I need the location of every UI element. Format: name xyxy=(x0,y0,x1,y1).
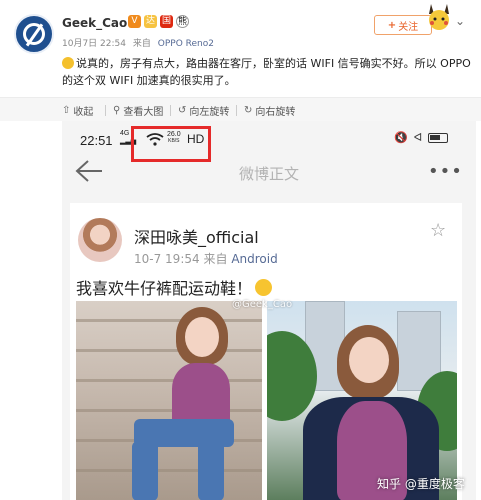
status-right: 🔇 ᐊ xyxy=(394,131,449,144)
rotate-right-icon: ↻ xyxy=(244,105,253,116)
post-device[interactable]: OPPO Reno2 xyxy=(158,39,214,49)
follow-button[interactable]: + 关注 xyxy=(374,15,432,35)
post-body: 说真的，房子有点大，路由器在客厅，卧室的话 WIFI 信号确实不好。所以 OPP… xyxy=(62,57,471,87)
pikachu-mascot-icon xyxy=(429,4,449,30)
collapse-icon: ⇧ xyxy=(62,105,71,116)
mute-icon: 🔇 xyxy=(394,131,408,144)
bluetooth-icon: ᐊ xyxy=(413,131,423,144)
page-title: 微博正文 xyxy=(238,165,299,183)
post-date: 10月7日 22:54 xyxy=(62,39,126,49)
star-icon[interactable]: ☆ xyxy=(430,220,446,241)
image-toolbar: ⇧ 收起 ⚲ 查看大图 ↺ 向左旋转 ↻ 向右旋转 xyxy=(0,97,481,121)
site-watermark: 知乎 @重度极客 xyxy=(377,477,465,491)
card-source-prefix: 来自 xyxy=(203,252,228,266)
jeans-leg-shape xyxy=(198,441,224,500)
collapse-button[interactable]: ⇧ 收起 xyxy=(62,103,93,118)
step-line xyxy=(76,349,262,352)
follow-label: 关注 xyxy=(398,21,419,33)
flag-badge-icon: 国 xyxy=(160,15,173,28)
rotate-right-label: 向右旋转 xyxy=(255,107,296,118)
post-source-prefix: 来自 xyxy=(132,39,151,49)
user-badges: V 达 国 熊 xyxy=(128,15,189,28)
card-meta: 10-7 19:54 来自 Android xyxy=(134,250,278,267)
embedded-screenshot[interactable]: 22:51 4G ▂▃▅ 26.0 KB/S HD 🔇 ᐊ 微博正文 ••• 深… xyxy=(62,121,476,500)
rotate-left-icon: ↺ xyxy=(178,105,187,116)
card-body: 我喜欢牛仔裤配运动鞋！ xyxy=(76,279,253,298)
more-icon[interactable]: ••• xyxy=(428,161,463,182)
view-large-label: 查看大图 xyxy=(123,107,164,118)
collapse-label: 收起 xyxy=(73,107,94,118)
step-line xyxy=(76,469,262,472)
panda-badge-icon: 熊 xyxy=(176,15,189,28)
rotate-left-button[interactable]: ↺ 向左旋转 xyxy=(178,103,229,118)
author-name[interactable]: 深田咏美_official xyxy=(134,224,259,248)
emoji-icon xyxy=(62,57,74,69)
post-card[interactable]: 深田咏美_official ☆ 10-7 19:54 来自 Android 我喜… xyxy=(70,203,462,500)
step-line xyxy=(76,379,262,382)
toolbar-divider xyxy=(236,105,237,116)
plus-icon: + xyxy=(387,19,397,31)
magnify-icon: ⚲ xyxy=(113,105,121,116)
verified-badge-icon: V xyxy=(128,15,141,28)
network-type-label: 4G xyxy=(120,130,130,137)
toolbar-divider xyxy=(105,105,106,116)
card-time: 10-7 19:54 xyxy=(134,252,200,266)
jeans-leg-shape xyxy=(132,441,158,500)
image-watermark: @Geek_Cao xyxy=(232,299,293,310)
card-source[interactable]: Android xyxy=(231,252,277,266)
card-text: 我喜欢牛仔裤配运动鞋！ xyxy=(76,275,273,299)
face-shape xyxy=(185,317,219,357)
chevron-down-icon[interactable]: ⌄ xyxy=(455,14,465,28)
step-line xyxy=(76,409,262,412)
expert-badge-icon: 达 xyxy=(144,15,157,28)
toolbar-divider xyxy=(170,105,171,116)
rotate-right-button[interactable]: ↻ 向右旋转 xyxy=(244,103,295,118)
post-header: Geek_Cao V 达 国 熊 10月7日 22:54 来自 OPPO Ren… xyxy=(0,0,481,97)
step-line xyxy=(76,319,262,322)
view-large-button[interactable]: ⚲ 查看大图 xyxy=(113,103,163,118)
post-meta: 10月7日 22:54 来自 OPPO Reno2 xyxy=(62,36,218,49)
author-avatar[interactable] xyxy=(78,218,122,262)
smile-emoji-icon xyxy=(255,279,273,296)
face-shape xyxy=(349,337,389,383)
post-text: 说真的，房子有点大，路由器在客厅，卧室的话 WIFI 信号确实不好。所以 OPP… xyxy=(62,55,472,89)
highlight-box xyxy=(131,126,211,162)
photo-1[interactable] xyxy=(76,301,262,500)
user-avatar[interactable] xyxy=(14,14,54,54)
photo-2[interactable] xyxy=(267,301,457,500)
battery-icon xyxy=(428,132,449,143)
status-time: 22:51 xyxy=(80,133,113,148)
username[interactable]: Geek_Cao xyxy=(62,16,127,30)
rotate-left-label: 向左旋转 xyxy=(189,107,230,118)
top-shape xyxy=(172,363,230,427)
